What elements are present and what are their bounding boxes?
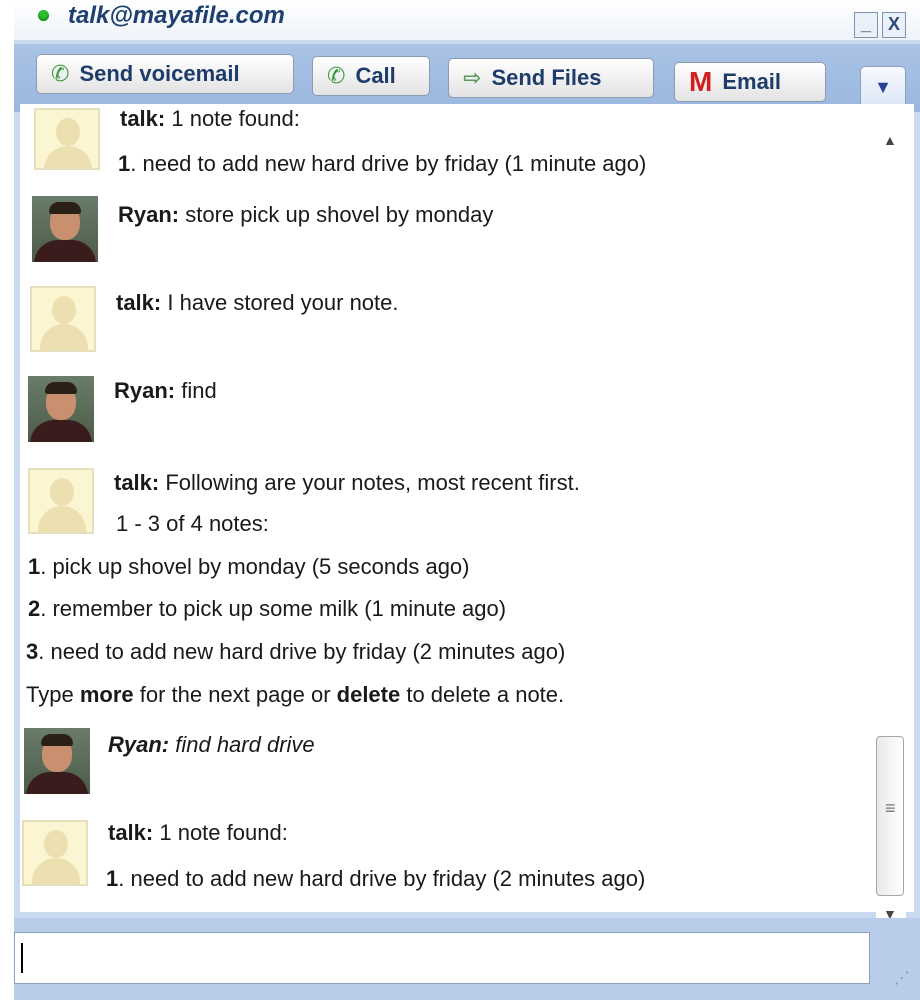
chat-message: talk: 1 note found: [120,106,300,131]
talk-avatar [22,820,88,886]
send-voicemail-label: Send voicemail [79,61,240,86]
note-item: 3. need to add new hard drive by friday … [26,639,566,664]
note-item: 1. pick up shovel by monday (5 seconds a… [28,554,470,579]
file-transfer-icon: ⇨ [463,65,482,90]
message-input-area [14,918,920,1000]
chat-message: talk: 1 note found: [108,820,288,845]
phone-icon: ✆ [51,61,70,86]
note-item: 1. need to add new hard drive by friday … [118,151,647,176]
ryan-avatar [28,376,94,442]
more-options-dropdown[interactable]: ▼ [860,66,906,108]
chat-message: Ryan: find hard drive [108,732,315,757]
note-item: 1. need to add new hard drive by friday … [106,866,646,891]
message-input[interactable] [14,932,870,984]
title-bar[interactable]: talk@mayafile.com _ X [14,0,920,40]
talk-avatar [28,468,94,534]
scrollbar-thumb[interactable]: ≡ [876,736,904,896]
close-button[interactable]: X [882,12,906,38]
online-status-icon [38,10,49,21]
chat-message: talk: I have stored your note. [116,290,399,315]
phone-icon: ✆ [327,63,346,88]
toolbar: ✆ Send voicemail ✆ Call ⇨ Send Files M E… [14,44,920,112]
grip-icon: ≡ [885,798,896,818]
chat-message: Ryan: find [114,378,217,403]
send-files-label: Send Files [491,65,602,90]
notes-count: 1 - 3 of 4 notes: [116,511,269,536]
window-title: talk@mayafile.com [68,2,285,29]
vertical-scrollbar[interactable]: ▲ ≡ ▼ [876,124,906,924]
talk-avatar [34,108,100,170]
call-label: Call [355,63,396,88]
ryan-avatar [32,196,98,262]
email-label: Email [722,69,782,94]
email-button[interactable]: M Email [674,62,826,102]
talk-avatar [30,286,96,352]
ryan-avatar [24,728,90,794]
call-button[interactable]: ✆ Call [312,56,430,96]
send-voicemail-button[interactable]: ✆ Send voicemail [36,54,294,94]
resize-grip-icon[interactable]: ⋰ [894,968,910,988]
chat-message: Ryan: store pick up shovel by monday [118,202,494,227]
help-text: Type more for the next page or delete to… [26,682,565,707]
message-list: talk: 1 note found: 1. need to add new h… [20,104,914,912]
scroll-up-arrow-icon[interactable]: ▲ [883,132,897,148]
minimize-button[interactable]: _ [854,12,878,38]
gmail-icon: M [689,66,713,97]
chat-window: talk@mayafile.com _ X ✆ Send voicemail ✆… [14,0,920,1000]
chat-message: talk: Following are your notes, most rec… [114,470,580,495]
send-files-button[interactable]: ⇨ Send Files [448,58,654,98]
note-item: 2. remember to pick up some milk (1 minu… [28,596,507,621]
text-caret [21,943,23,973]
